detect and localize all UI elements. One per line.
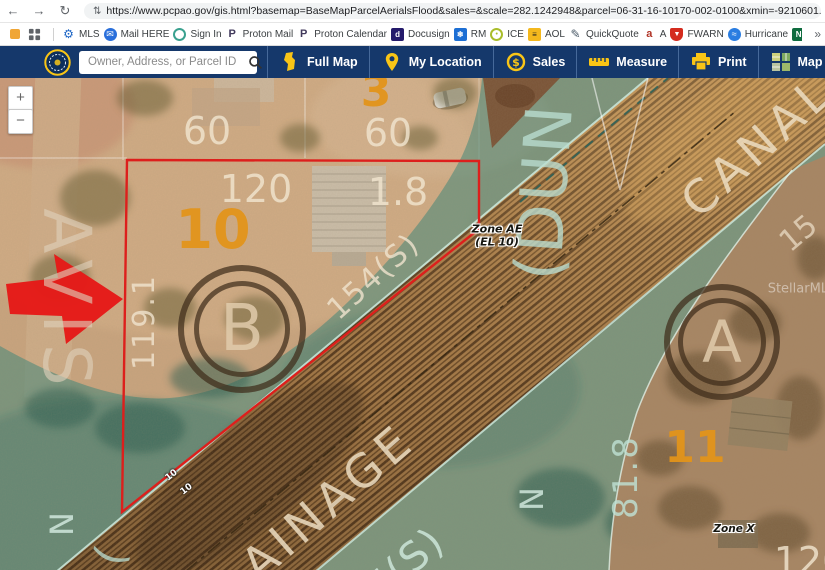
bookmark-label: RM — [471, 29, 487, 40]
map-canvas[interactable]: AVIS603601201.810119.1154(S)CANAL(DUNBAZ… — [0, 78, 825, 570]
bookmark-favicon: ✎ — [569, 28, 582, 41]
browser-window: ← → ↻ ⇅ https://www.pcpao.gov/gis.html?b… — [0, 0, 825, 570]
map-graphics — [0, 78, 825, 570]
bookmarks-list: ⚙MLS✉Mail HERESign InPProton MailPProton… — [60, 28, 802, 41]
bookmark-label: QuickQuote — [586, 29, 639, 40]
bookmark-label: Hurricane — [745, 29, 788, 40]
bookmark-favicon: a — [643, 28, 656, 41]
toolbar-button-label: My Location — [409, 55, 482, 69]
browser-address-bar: ← → ↻ ⇅ https://www.pcpao.gov/gis.html?b… — [0, 0, 825, 23]
bookmark-favicon: ✉ — [104, 28, 117, 41]
site-info-icon[interactable]: ⇅ — [93, 6, 101, 17]
bookmark-proton-mail[interactable]: P Proton Mail — [226, 28, 294, 41]
full-map-button[interactable]: Full Map — [267, 46, 369, 78]
gis-toolbar: Full Map My Location Sales Measure Print Map … — [0, 46, 825, 78]
bookmark-favicon: ❄ — [454, 28, 467, 41]
back-icon[interactable]: ← — [0, 0, 26, 22]
forward-icon[interactable]: → — [26, 0, 52, 22]
bookmark-label: FWARN — [687, 29, 723, 40]
bookmark-proton-calendar[interactable]: P Proton Calendar — [297, 28, 387, 41]
toolbar-button-label: Sales — [533, 55, 566, 69]
bookmark-sign-in[interactable]: Sign In — [173, 28, 221, 41]
bookmark-ice[interactable]: • ICE — [490, 28, 524, 41]
bookmark-favicon: ≈ — [728, 28, 741, 41]
bookmark-favicon: P — [226, 28, 239, 41]
bookmark-mail-here[interactable]: ✉ Mail HERE — [104, 28, 170, 41]
bookmark-label: Mail HERE — [121, 29, 170, 40]
search-button[interactable] — [242, 51, 269, 74]
url-bar[interactable]: ⇅ https://www.pcpao.gov/gis.html?basemap… — [84, 3, 821, 19]
bookmark-hurricane[interactable]: ≈ Hurricane — [728, 28, 788, 41]
dollar-icon — [505, 52, 527, 72]
county-seal-logo — [44, 49, 71, 76]
bookmark-favicon: • — [490, 28, 503, 41]
map-style-button[interactable]: Map Style — [758, 46, 825, 78]
bookmark-mls[interactable]: ⚙ MLS — [62, 28, 100, 41]
bookmark-quickquote[interactable]: ✎ QuickQuote — [569, 28, 639, 41]
divider — [53, 28, 54, 41]
bookmark-label: ICE — [507, 29, 524, 40]
bookmark-favicon: N — [792, 28, 802, 41]
toolbar-button-label: Map Style — [798, 55, 825, 69]
my-location-button[interactable]: My Location — [369, 46, 493, 78]
bookmarks-folder-icon[interactable] — [10, 29, 20, 39]
pin-icon — [381, 52, 403, 72]
bookmark-a[interactable]: aA — [643, 28, 667, 41]
bookmark-label: Sign In — [190, 29, 221, 40]
bookmark-favicon: ⚙ — [62, 28, 75, 41]
bookmark-aol[interactable]: ≡ AOL — [528, 28, 565, 41]
bookmark-favicon — [173, 28, 186, 41]
url-text: https://www.pcpao.gov/gis.html?basemap=B… — [106, 5, 821, 17]
print-button[interactable]: Print — [678, 46, 757, 78]
apps-grid-icon[interactable] — [28, 28, 41, 41]
bookmark-dnc[interactable]: NDNC — [792, 28, 802, 41]
zoom-out-button[interactable]: − — [8, 109, 33, 134]
bookmark-favicon: ≡ — [528, 28, 541, 41]
bookmark-label: AOL — [545, 29, 565, 40]
bookmark-favicon: P — [297, 28, 310, 41]
search-input[interactable] — [79, 56, 242, 68]
bookmark-label: Docusign — [408, 29, 450, 40]
toolbar-buttons: Full Map My Location Sales Measure Print Map … — [267, 46, 825, 78]
tiles-icon — [770, 52, 792, 72]
printer-icon — [690, 52, 712, 72]
bookmarks-bar: ⚙MLS✉Mail HERESign InPProton MailPProton… — [0, 23, 825, 46]
bookmark-label: Proton Calendar — [314, 29, 387, 40]
toolbar-button-label: Measure — [616, 55, 667, 69]
bookmark-label: MLS — [79, 29, 100, 40]
bookmark-favicon: ▼ — [670, 28, 683, 41]
toolbar-button-label: Print — [718, 55, 746, 69]
bookmarks-overflow-icon[interactable]: » — [814, 27, 821, 41]
bookmark-favicon: d — [391, 28, 404, 41]
sales-button[interactable]: Sales — [493, 46, 577, 78]
ruler-icon — [588, 52, 610, 72]
reload-icon[interactable]: ↻ — [52, 0, 78, 22]
search-icon — [248, 55, 263, 70]
bookmark-fwarn[interactable]: ▼ FWARN — [670, 28, 723, 41]
bookmark-rm[interactable]: ❄ RM — [454, 28, 487, 41]
bookmark-label: A — [660, 29, 667, 40]
bookmark-docusign[interactable]: d Docusign — [391, 28, 450, 41]
zoom-in-button[interactable]: + — [8, 86, 33, 111]
toolbar-button-label: Full Map — [307, 55, 358, 69]
parcel-search-box — [79, 51, 257, 74]
county-icon — [279, 52, 301, 72]
measure-button[interactable]: Measure — [576, 46, 678, 78]
bookmark-label: Proton Mail — [243, 29, 294, 40]
